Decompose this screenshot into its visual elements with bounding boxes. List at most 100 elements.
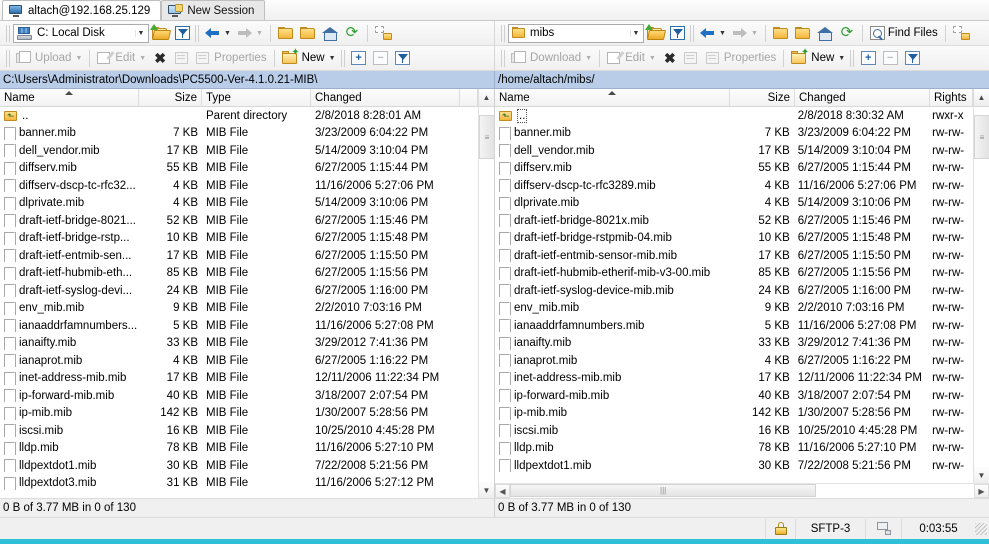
table-row[interactable]: draft-ietf-bridge-rstpmib-04.mib 10 KB 6/2… [495,230,973,248]
table-row[interactable]: ip-mib.mib 142 KB MIB File 1/30/2007 5:28:5… [0,405,478,423]
table-row[interactable]: draft-ietf-syslog-devi... 24 KB MIB File 6/… [0,282,478,300]
resize-grip[interactable] [975,522,987,535]
chevron-down-icon[interactable]: ▼ [630,29,641,37]
local-vertical-scrollbar[interactable]: ≡ ▼ [478,107,495,498]
toolbar-grip-select[interactable] [340,49,346,67]
chevron-down-icon[interactable]: ▼ [648,55,656,62]
scroll-track[interactable]: ≡ [479,107,495,482]
table-row[interactable]: ianaifty.mib 33 KB MIB File 3/29/2012 7:41:… [0,335,478,353]
toolbar-grip[interactable] [6,49,11,67]
edit-button[interactable]: Edit ▼ [604,48,659,69]
table-row[interactable]: dell_vendor.mib 17 KB MIB File 5/14/2009 3:… [0,142,478,160]
synchronize-browsing-button[interactable] [372,23,395,44]
scroll-up-button[interactable]: ▲ [973,89,989,106]
table-row[interactable]: lldpextdot1.mib 30 KB 7/22/2008 5:21:56 PM… [495,457,973,475]
table-row[interactable]: draft-ietf-entmib-sensor-mib.mib 17 KB 6/2… [495,247,973,265]
column-header-rights[interactable]: Rights [930,89,973,106]
open-directory-button[interactable] [644,23,666,44]
chevron-down-icon[interactable]: ▼ [74,55,82,62]
selection-filter-button[interactable] [901,48,923,69]
chevron-down-icon[interactable]: ▼ [750,30,758,37]
properties-button[interactable]: Properties [193,48,269,69]
toolbar-grip-select[interactable] [850,49,856,67]
new-session-tab[interactable]: New Session [161,0,266,20]
session-tab-active[interactable]: altach@192.168.25.129 [2,0,162,20]
parent-directory-button[interactable] [275,23,297,44]
table-row[interactable]: ianaaddrfamnumbers... 5 KB MIB File 11/16/2… [0,317,478,335]
table-row[interactable]: ianaifty.mib 33 KB 3/29/2012 7:41:36 PM rw-… [495,335,973,353]
new-button[interactable]: ✦ New ▼ [788,48,848,69]
column-header-size[interactable]: Size [139,89,202,106]
chevron-down-icon[interactable]: ▼ [328,55,336,62]
table-row[interactable]: iscsi.mib 16 KB MIB File 10/25/2010 4:45:28… [0,422,478,440]
home-directory-button[interactable] [814,23,836,44]
column-header-type[interactable]: Type [202,89,311,106]
forward-button[interactable]: ▼ [234,23,266,44]
table-row[interactable]: ⬑.. 2/8/2018 8:30:32 AM rwxr-x [495,107,973,125]
table-row[interactable]: lldpextdot3.mib 31 KB MIB File 11/16/2006 5… [0,475,478,493]
table-row[interactable]: draft-ietf-bridge-rstp... 10 KB MIB File 6/… [0,230,478,248]
download-button[interactable]: Download ▼ [508,48,595,69]
root-directory-button[interactable] [297,23,319,44]
table-row[interactable]: ianaaddrfamnumbers.mib 5 KB 11/16/2006 5:2… [495,317,973,335]
encryption-status[interactable] [765,518,795,539]
table-row[interactable]: lldp.mib 78 KB MIB File 11/16/2006 5:27:10 … [0,440,478,458]
table-row[interactable]: lldp.mib 78 KB 11/16/2006 5:27:10 PM rw-rw- [495,440,973,458]
table-row[interactable]: banner.mib 7 KB 3/23/2009 6:04:22 PM rw-rw- [495,125,973,143]
table-row[interactable]: draft-ietf-hubmib-etherif-mib-v3-00.mib 8… [495,265,973,283]
synchronize-browsing-button[interactable] [950,23,973,44]
open-directory-button[interactable] [149,23,171,44]
chevron-down-icon[interactable]: ▼ [255,30,263,37]
table-row[interactable]: inet-address-mib.mib 17 KB MIB File 12/11/2… [0,370,478,388]
filter-button[interactable] [171,23,193,44]
rename-button[interactable] [171,48,193,69]
scroll-track[interactable]: ≡ [974,107,989,467]
table-row[interactable]: diffserv.mib 55 KB MIB File 6/27/2005 1:15:… [0,160,478,178]
table-row[interactable]: ip-mib.mib 142 KB 1/30/2007 5:28:56 PM rw-r… [495,405,973,423]
unselect-files-button[interactable]: − [370,48,392,69]
protocol-status[interactable]: SFTP-3 [795,518,865,539]
toolbar-grip[interactable] [6,24,11,42]
toolbar-grip[interactable] [501,24,506,42]
rename-button[interactable] [681,48,703,69]
table-row[interactable]: draft-ietf-syslog-device-mib.mib 24 KB 6/2… [495,282,973,300]
remote-path-bar[interactable]: /home/altach/mibs/ [494,71,989,89]
table-row[interactable]: env_mib.mib 9 KB 2/2/2010 7:03:16 PM rw-rw- [495,300,973,318]
table-row[interactable]: dlprivate.mib 4 KB 5/14/2009 3:10:06 PM rw-… [495,195,973,213]
back-button[interactable]: ▼ [697,23,729,44]
table-row[interactable]: diffserv.mib 55 KB 6/27/2005 1:15:44 PM rw-… [495,160,973,178]
connection-status[interactable] [865,518,901,539]
table-row[interactable]: ianaprot.mib 4 KB 6/27/2005 1:16:22 PM rw-r… [495,352,973,370]
scroll-down-button[interactable]: ▼ [479,482,494,498]
new-button[interactable]: ✦ New ▼ [279,48,339,69]
table-row[interactable]: dell_vendor.mib 17 KB 5/14/2009 3:10:04 PM… [495,142,973,160]
chevron-down-icon[interactable]: ▼ [223,30,231,37]
scroll-up-button[interactable]: ▲ [478,89,494,106]
chevron-down-icon[interactable]: ▼ [718,30,726,37]
edit-button[interactable]: Edit ▼ [94,48,149,69]
column-header-size[interactable]: Size [730,89,795,106]
chevron-down-icon[interactable]: ▼ [135,29,146,37]
filter-button[interactable] [666,23,688,44]
hscroll-track[interactable]: ||| [510,484,974,498]
upload-button[interactable]: Upload ▼ [13,48,85,69]
remote-file-list[interactable]: ⬑.. 2/8/2018 8:30:32 AM rwxr-x banner.mib 7 … [495,107,973,483]
column-header-changed[interactable]: Changed [795,89,930,106]
table-row[interactable]: dlprivate.mib 4 KB MIB File 5/14/2009 3:10:… [0,195,478,213]
table-row[interactable]: banner.mib 7 KB MIB File 3/23/2009 6:04:22 … [0,125,478,143]
unselect-files-button[interactable]: − [879,48,901,69]
find-files-button[interactable]: Find Files [867,23,941,44]
local-drive-selector[interactable]: C: Local Disk ▼ [13,23,149,43]
table-row[interactable]: inet-address-mib.mib 17 KB 12/11/2006 11:2… [495,370,973,388]
delete-button[interactable]: ✖ [149,48,171,69]
root-directory-button[interactable] [792,23,814,44]
toolbar-grip[interactable] [501,49,506,67]
properties-button[interactable]: Properties [703,48,779,69]
chevron-down-icon[interactable]: ▼ [584,55,592,62]
scroll-left-button[interactable]: ◀ [495,484,510,498]
table-row[interactable]: draft-ietf-hubmib-eth... 85 KB MIB File 6/2… [0,265,478,283]
scroll-thumb[interactable]: ≡ [974,115,989,159]
scroll-right-button[interactable]: ▶ [974,484,989,498]
forward-button[interactable]: ▼ [729,23,761,44]
table-row[interactable]: iscsi.mib 16 KB 10/25/2010 4:45:28 PM rw-rw… [495,422,973,440]
